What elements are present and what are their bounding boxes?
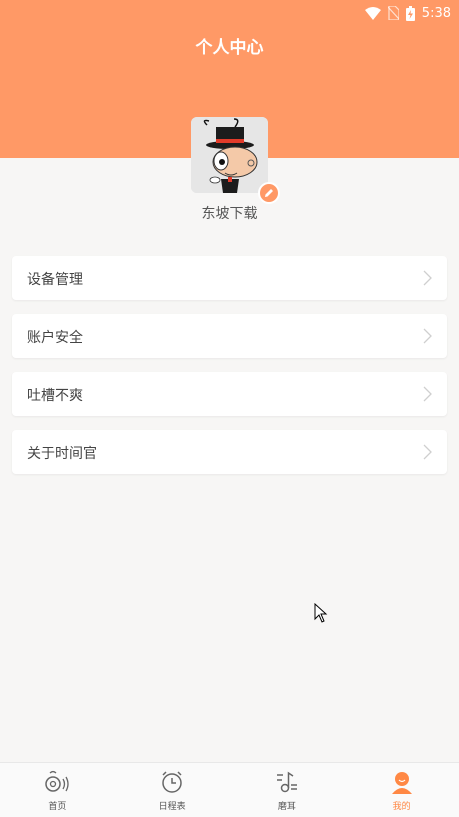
username: 东坡下载 [201,206,258,222]
tab-label: 日程表 [158,802,186,812]
person-icon [391,772,412,794]
battery-charging-icon [405,5,415,21]
alarm-clock-icon [162,771,182,793]
menu-item-about[interactable]: 关于时间官 [12,430,447,474]
menu-item-label: 关于时间官 [27,446,97,462]
wifi-icon [364,6,381,20]
menu-item-account-security[interactable]: 账户安全 [12,314,447,358]
tab-label: 我的 [392,802,411,812]
edit-avatar-button[interactable] [258,182,280,204]
menu-item-feedback[interactable]: 吐槽不爽 [12,372,447,416]
menu-item-label: 吐槽不爽 [27,388,83,404]
chevron-right-icon [423,328,432,344]
chevron-right-icon [423,270,432,286]
mouse-pointer-icon [314,603,328,623]
bottom-tab-bar: 首页 日程表 磨耳 我的 [0,762,459,817]
pencil-icon [265,189,273,197]
home-listen-icon [45,770,70,792]
tab-label: 磨耳 [277,802,296,812]
ant-cartoon-avatar-icon [191,117,268,193]
music-note-icon [276,771,297,793]
avatar[interactable] [191,117,268,193]
tab-home[interactable]: 首页 [0,763,115,817]
status-bar: 5:38 [0,0,459,26]
menu-item-device-management[interactable]: 设备管理 [12,256,447,300]
menu-item-label: 账户安全 [27,330,83,346]
no-sim-icon [387,6,399,20]
chevron-right-icon [423,444,432,460]
tab-listening[interactable]: 磨耳 [230,763,345,817]
status-time: 5:38 [421,5,451,21]
tab-label: 首页 [48,802,67,812]
chevron-right-icon [423,386,432,402]
menu-item-label: 设备管理 [27,272,83,288]
tab-me[interactable]: 我的 [344,763,459,817]
tab-schedule[interactable]: 日程表 [115,763,230,817]
page-title: 个人中心 [195,38,264,58]
